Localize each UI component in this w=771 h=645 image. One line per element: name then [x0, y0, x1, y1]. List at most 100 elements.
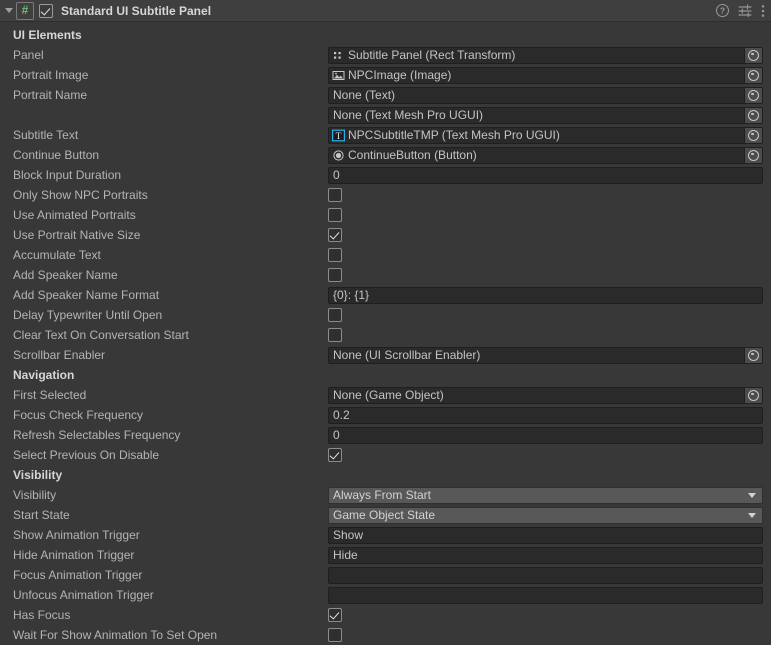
- text-input[interactable]: 0.2: [328, 406, 763, 424]
- object-picker-button[interactable]: [744, 147, 762, 163]
- object-picker-button[interactable]: [744, 387, 762, 403]
- toggle-checkbox[interactable]: [328, 608, 342, 622]
- object-field[interactable]: Subtitle Panel (Rect Transform): [328, 46, 763, 64]
- property-control: [328, 628, 771, 642]
- section-header-row: Navigation: [0, 365, 771, 385]
- svg-text:?: ?: [720, 6, 725, 16]
- property-label: Focus Check Frequency: [13, 408, 144, 422]
- dropdown-value: Always From Start: [333, 487, 432, 502]
- property-control: NPCImage (Image): [328, 66, 771, 84]
- property-row: Portrait Name None (Text): [0, 85, 771, 105]
- toggle-checkbox[interactable]: [328, 188, 342, 202]
- component-header[interactable]: # Standard UI Subtitle Panel ?: [0, 0, 771, 22]
- preset-sliders-icon[interactable]: [738, 4, 752, 17]
- object-field[interactable]: None (Game Object): [328, 386, 763, 404]
- text-input[interactable]: [328, 586, 763, 604]
- dropdown-field[interactable]: Always From Start: [328, 486, 763, 504]
- object-field[interactable]: None (UI Scrollbar Enabler): [328, 346, 763, 364]
- property-control: [328, 228, 771, 242]
- property-label: Use Animated Portraits: [13, 208, 136, 222]
- toggle-checkbox[interactable]: [328, 448, 342, 462]
- chevron-down-icon: [748, 492, 756, 498]
- script-hash-icon: #: [16, 1, 34, 20]
- object-field[interactable]: ContinueButton (Button): [328, 146, 763, 164]
- section-header-row: UI Elements: [0, 25, 771, 45]
- property-row: Portrait Image NPCImage (Image): [0, 65, 771, 85]
- property-control: 0: [328, 426, 771, 444]
- object-picker-button[interactable]: [744, 47, 762, 63]
- object-field[interactable]: T NPCSubtitleTMP (Text Mesh Pro UGUI): [328, 126, 763, 144]
- text-input[interactable]: Hide: [328, 546, 763, 564]
- header-icon-group: ?: [716, 4, 765, 18]
- object-field-value: None (Text Mesh Pro UGUI): [333, 107, 484, 122]
- toggle-checkbox[interactable]: [328, 328, 342, 342]
- property-label: Accumulate Text: [13, 248, 101, 262]
- object-picker-button[interactable]: [744, 107, 762, 123]
- property-row: Start State Game Object State: [0, 505, 771, 525]
- object-picker-button[interactable]: [744, 127, 762, 143]
- property-control: [328, 248, 771, 262]
- property-control: None (Game Object): [328, 386, 771, 404]
- toggle-checkbox[interactable]: [328, 628, 342, 642]
- property-row: Use Portrait Native Size: [0, 225, 771, 245]
- property-control: None (Text Mesh Pro UGUI): [328, 106, 771, 124]
- property-row: Use Animated Portraits: [0, 205, 771, 225]
- property-control: 0.2: [328, 406, 771, 424]
- property-row: Block Input Duration 0: [0, 165, 771, 185]
- text-input[interactable]: [328, 566, 763, 584]
- section-header-row: Visibility: [0, 465, 771, 485]
- object-picker-button[interactable]: [744, 347, 762, 363]
- property-label: Portrait Image: [13, 68, 89, 82]
- property-control: {0}: {1}: [328, 286, 771, 304]
- property-control: [328, 448, 771, 462]
- property-row: Visibility Always From Start: [0, 485, 771, 505]
- property-label: Only Show NPC Portraits: [13, 188, 148, 202]
- toggle-checkbox[interactable]: [328, 268, 342, 282]
- dropdown-value: Game Object State: [333, 507, 436, 522]
- property-label: Subtitle Text: [13, 128, 79, 142]
- property-label: Panel: [13, 48, 44, 62]
- property-label: Add Speaker Name Format: [13, 288, 160, 302]
- property-control: [328, 586, 771, 604]
- property-label: Refresh Selectables Frequency: [13, 428, 181, 442]
- toggle-checkbox[interactable]: [328, 208, 342, 222]
- text-input[interactable]: Show: [328, 526, 763, 544]
- object-field-value: None (Text): [333, 87, 396, 102]
- page-title: Standard UI Subtitle Panel: [61, 3, 212, 18]
- toggle-checkbox[interactable]: [328, 248, 342, 262]
- kebab-menu-icon[interactable]: [761, 4, 765, 18]
- object-picker-button[interactable]: [744, 87, 762, 103]
- object-field[interactable]: None (Text): [328, 86, 763, 104]
- property-row: Add Speaker Name: [0, 265, 771, 285]
- property-label: Delay Typewriter Until Open: [13, 308, 163, 322]
- object-picker-button[interactable]: [744, 67, 762, 83]
- tmp-text-icon: T: [332, 129, 345, 142]
- text-input[interactable]: {0}: {1}: [328, 286, 763, 304]
- property-row: Add Speaker Name Format {0}: {1}: [0, 285, 771, 305]
- property-control: [328, 566, 771, 584]
- toggle-checkbox[interactable]: [328, 228, 342, 242]
- property-row: Clear Text On Conversation Start: [0, 325, 771, 345]
- object-field[interactable]: NPCImage (Image): [328, 66, 763, 84]
- dropdown-field[interactable]: Game Object State: [328, 506, 763, 524]
- property-label: Add Speaker Name: [13, 268, 118, 282]
- property-label: Navigation: [13, 368, 75, 382]
- property-row: Focus Check Frequency 0.2: [0, 405, 771, 425]
- property-row: Has Focus: [0, 605, 771, 625]
- property-label: Select Previous On Disable: [13, 448, 160, 462]
- toggle-checkbox[interactable]: [328, 308, 342, 322]
- property-row: Only Show NPC Portraits: [0, 185, 771, 205]
- property-row: Panel Subtitle Panel (Rect Transform): [0, 45, 771, 65]
- help-icon[interactable]: ?: [716, 4, 729, 17]
- object-field-value: ContinueButton (Button): [348, 147, 477, 162]
- property-label: Visibility: [13, 488, 57, 502]
- object-field[interactable]: None (Text Mesh Pro UGUI): [328, 106, 763, 124]
- text-input[interactable]: 0: [328, 426, 763, 444]
- property-label: Unfocus Animation Trigger: [13, 588, 154, 602]
- property-label: Wait For Show Animation To Set Open: [13, 628, 218, 642]
- text-input[interactable]: 0: [328, 166, 763, 184]
- component-enabled-checkbox[interactable]: [39, 3, 53, 18]
- foldout-triangle-icon[interactable]: [2, 0, 16, 22]
- property-control: Hide: [328, 546, 771, 564]
- property-row: Focus Animation Trigger: [0, 565, 771, 585]
